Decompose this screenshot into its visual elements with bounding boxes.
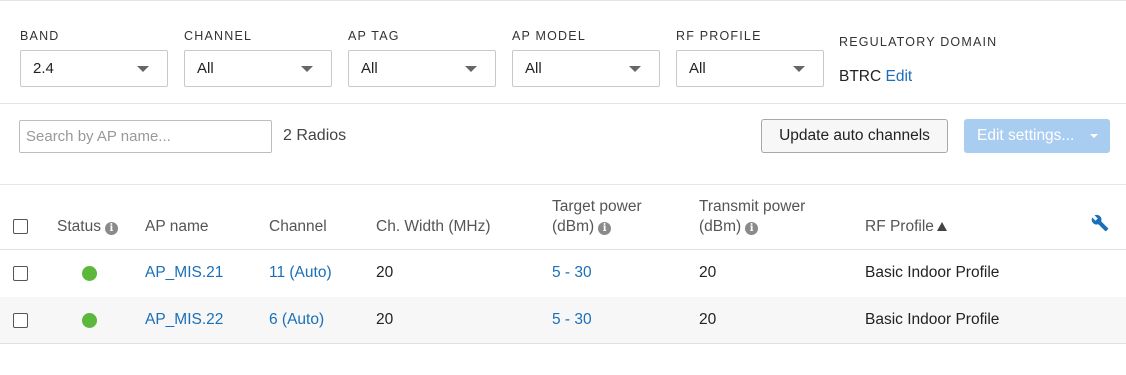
info-icon[interactable]: i <box>104 222 118 235</box>
header-ap-name[interactable]: AP name <box>145 217 208 237</box>
chevron-down-icon <box>793 66 805 72</box>
chevron-down-icon <box>137 66 149 72</box>
chevron-down-icon <box>1090 134 1098 138</box>
info-icon[interactable]: i <box>598 222 612 235</box>
filter-channel-label: CHANNEL <box>184 29 253 43</box>
transmit-power-value: 20 <box>699 311 717 328</box>
header-status[interactable]: Status i <box>57 217 118 237</box>
target-power-link[interactable]: 5 - 30 <box>552 263 592 283</box>
rf-profile-value: Basic Indoor Profile <box>865 264 1000 281</box>
status-online-indicator <box>82 266 97 281</box>
header-ch-width[interactable]: Ch. Width (MHz) <box>376 217 491 237</box>
channel-link[interactable]: 11 (Auto) <box>269 263 332 283</box>
divider <box>0 184 1126 185</box>
regulatory-edit-link[interactable]: Edit <box>886 68 913 85</box>
band-select-value: 2.4 <box>33 60 54 77</box>
target-power-link[interactable]: 5 - 30 <box>552 310 592 330</box>
header-rf-profile-label: RF Profile <box>865 218 934 235</box>
filter-ap-model-label: AP MODEL <box>512 29 586 43</box>
header-target-power[interactable]: Target power (dBm) i <box>552 197 642 237</box>
rf-profile-select[interactable]: All <box>676 50 824 87</box>
update-auto-channels-button[interactable]: Update auto channels <box>761 119 948 153</box>
header-transmit-power-line1: Transmit power <box>699 198 806 215</box>
chevron-down-icon <box>465 66 477 72</box>
info-icon[interactable]: i <box>745 222 759 235</box>
channel-select[interactable]: All <box>184 50 332 87</box>
filter-ap-tag-label: AP TAG <box>348 29 400 43</box>
chevron-down-icon <box>629 66 641 72</box>
header-target-power-line2: (dBm) <box>552 218 595 235</box>
ch-width-value: 20 <box>376 264 394 281</box>
row-checkbox[interactable] <box>13 313 28 328</box>
divider <box>0 343 1126 344</box>
sort-ascending-icon <box>936 222 947 231</box>
top-divider <box>0 0 1126 1</box>
header-target-power-line1: Target power <box>552 198 642 215</box>
divider <box>0 103 1126 104</box>
ap-name-link[interactable]: AP_MIS.22 <box>145 310 223 330</box>
filter-ap-model: AP MODEL All <box>512 28 660 87</box>
filter-band: BAND 2.4 <box>20 28 168 87</box>
filter-rf-profile-label: RF PROFILE <box>676 29 762 43</box>
rf-profile-value: Basic Indoor Profile <box>865 311 1000 328</box>
regulatory-domain: REGULATORY DOMAIN BTRC Edit <box>839 34 997 87</box>
status-online-indicator <box>82 313 97 328</box>
ch-width-value: 20 <box>376 311 394 328</box>
ap-tag-select[interactable]: All <box>348 50 496 87</box>
rf-profile-select-value: All <box>689 60 706 77</box>
ap-name-link[interactable]: AP_MIS.21 <box>145 263 223 283</box>
transmit-power-value: 20 <box>699 264 717 281</box>
filter-ap-tag: AP TAG All <box>348 28 496 87</box>
filter-band-label: BAND <box>20 29 60 43</box>
filter-channel: CHANNEL All <box>184 28 332 87</box>
wrench-icon[interactable] <box>1091 214 1109 232</box>
ap-model-select-value: All <box>525 60 542 77</box>
search-input[interactable] <box>19 120 272 153</box>
radio-count: 2 Radios <box>283 127 347 144</box>
row-checkbox[interactable] <box>13 266 28 281</box>
edit-settings-button[interactable]: Edit settings... <box>964 119 1110 153</box>
header-rf-profile[interactable]: RF Profile <box>865 217 947 237</box>
select-all-checkbox[interactable] <box>13 219 28 234</box>
channel-select-value: All <box>197 60 214 77</box>
ap-model-select[interactable]: All <box>512 50 660 87</box>
ap-tag-select-value: All <box>361 60 378 77</box>
channel-link[interactable]: 6 (Auto) <box>269 310 324 330</box>
band-select[interactable]: 2.4 <box>20 50 168 87</box>
regulatory-domain-label: REGULATORY DOMAIN <box>839 35 998 49</box>
filter-rf-profile: RF PROFILE All <box>676 28 824 87</box>
header-transmit-power-line2: (dBm) <box>699 218 742 235</box>
header-status-label: Status <box>57 218 101 235</box>
divider <box>0 249 1126 250</box>
edit-settings-label: Edit settings... <box>977 127 1075 144</box>
chevron-down-icon <box>301 66 313 72</box>
header-channel[interactable]: Channel <box>269 217 327 237</box>
regulatory-domain-value: BTRC <box>839 68 882 85</box>
header-transmit-power[interactable]: Transmit power (dBm) i <box>699 197 805 237</box>
